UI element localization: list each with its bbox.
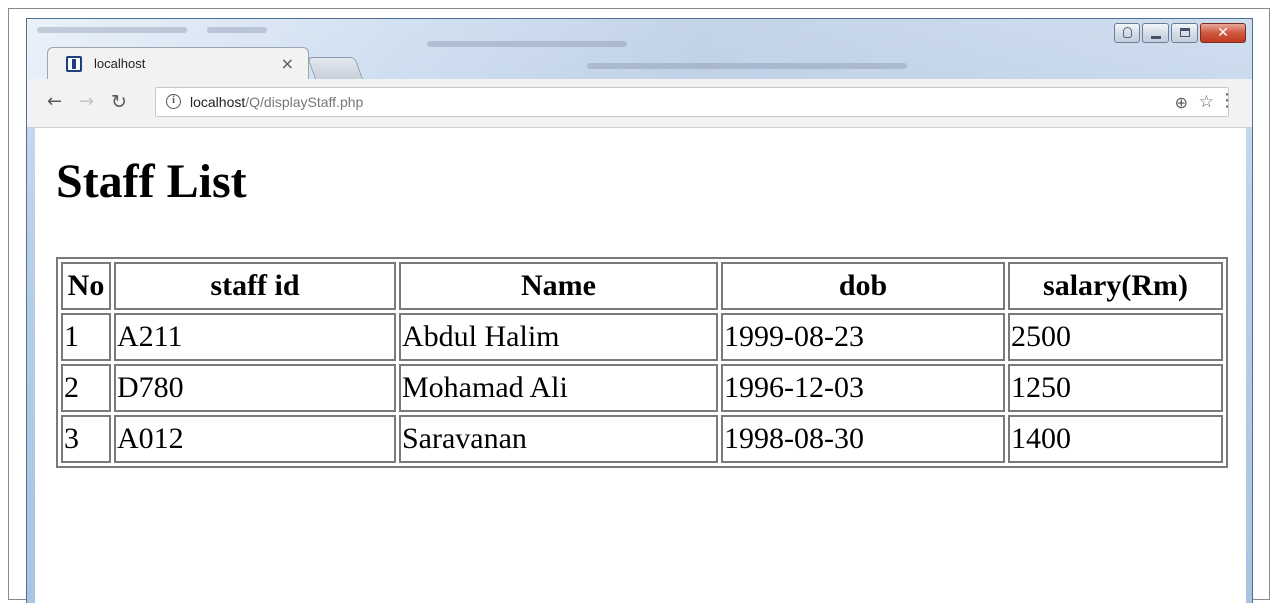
cell-salary: 2500 [1008,313,1223,361]
forward-arrow-icon[interactable]: → [79,92,94,112]
table-row: 1 A211 Abdul Halim 1999-08-23 2500 [61,313,1223,361]
cell-dob: 1999-08-23 [721,313,1005,361]
back-arrow-icon[interactable]: ← [47,92,62,112]
address-bar[interactable]: i localhost/Q/displayStaff.php ⊕ ☆ [155,87,1229,117]
cell-staff-id: D780 [114,364,396,412]
cell-name: Mohamad Ali [399,364,718,412]
column-header-name: Name [399,262,718,310]
window-controls: ✕ [1114,23,1246,43]
browser-window: ✕ localhost × ← → ↻ i localhost/Q/displa… [26,18,1253,603]
url-path: /Q/displayStaff.php [245,94,364,110]
reload-icon[interactable]: ↻ [111,92,127,112]
staff-table: No staff id Name dob salary(Rm) 1 A211 A… [56,257,1228,468]
cell-dob: 1998-08-30 [721,415,1005,463]
info-icon[interactable]: i [166,94,181,109]
column-header-staff-id: staff id [114,262,396,310]
column-header-dob: dob [721,262,1005,310]
bookmark-star-icon[interactable]: ☆ [1199,92,1214,112]
cell-salary: 1400 [1008,415,1223,463]
tab-title: localhost [94,56,146,71]
maximize-button[interactable] [1171,23,1198,43]
table-row: 3 A012 Saravanan 1998-08-30 1400 [61,415,1223,463]
tab-close-icon[interactable]: × [281,54,294,73]
user-icon[interactable] [1114,23,1140,43]
url-host: localhost [190,94,246,110]
column-header-no: No [61,262,111,310]
page-viewport: Staff List No staff id Name dob salary(R… [35,128,1246,603]
tab-localhost[interactable]: localhost × [47,47,309,80]
minimize-button[interactable] [1142,23,1169,43]
cell-no: 3 [61,415,111,463]
page-title: Staff List [56,155,247,208]
cell-name: Saravanan [399,415,718,463]
close-window-button[interactable]: ✕ [1200,23,1246,43]
column-header-salary: salary(Rm) [1008,262,1223,310]
cell-name: Abdul Halim [399,313,718,361]
favicon-icon [66,56,82,72]
browser-toolbar: ← → ↻ i localhost/Q/displayStaff.php ⊕ ☆… [27,79,1252,128]
menu-icon[interactable]: ⋮ [1218,91,1236,111]
url-text[interactable]: localhost/Q/displayStaff.php [190,94,363,110]
table-header-row: No staff id Name dob salary(Rm) [61,262,1223,310]
new-tab-button[interactable] [306,57,364,79]
cell-staff-id: A211 [114,313,396,361]
cell-staff-id: A012 [114,415,396,463]
cell-salary: 1250 [1008,364,1223,412]
cell-no: 2 [61,364,111,412]
table-row: 2 D780 Mohamad Ali 1996-12-03 1250 [61,364,1223,412]
zoom-icon[interactable]: ⊕ [1175,93,1188,112]
cell-dob: 1996-12-03 [721,364,1005,412]
cell-no: 1 [61,313,111,361]
